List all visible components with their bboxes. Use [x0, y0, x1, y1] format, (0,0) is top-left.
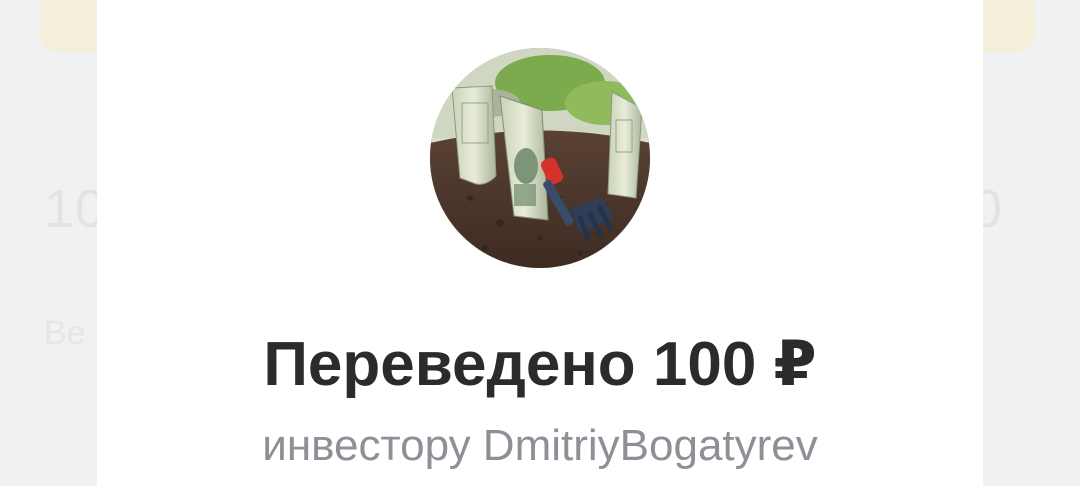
- transfer-recipient-subtitle: инвестору DmitriyBogatyrev: [262, 421, 818, 470]
- investor-avatar: [430, 48, 650, 268]
- money-seedling-icon: [430, 48, 650, 268]
- transfer-title: Переведено 100 ₽: [263, 330, 817, 399]
- transfer-success-sheet: Переведено 100 ₽ инвестору DmitriyBogaty…: [97, 0, 983, 486]
- background-subtitle-fragment: Be: [44, 314, 86, 352]
